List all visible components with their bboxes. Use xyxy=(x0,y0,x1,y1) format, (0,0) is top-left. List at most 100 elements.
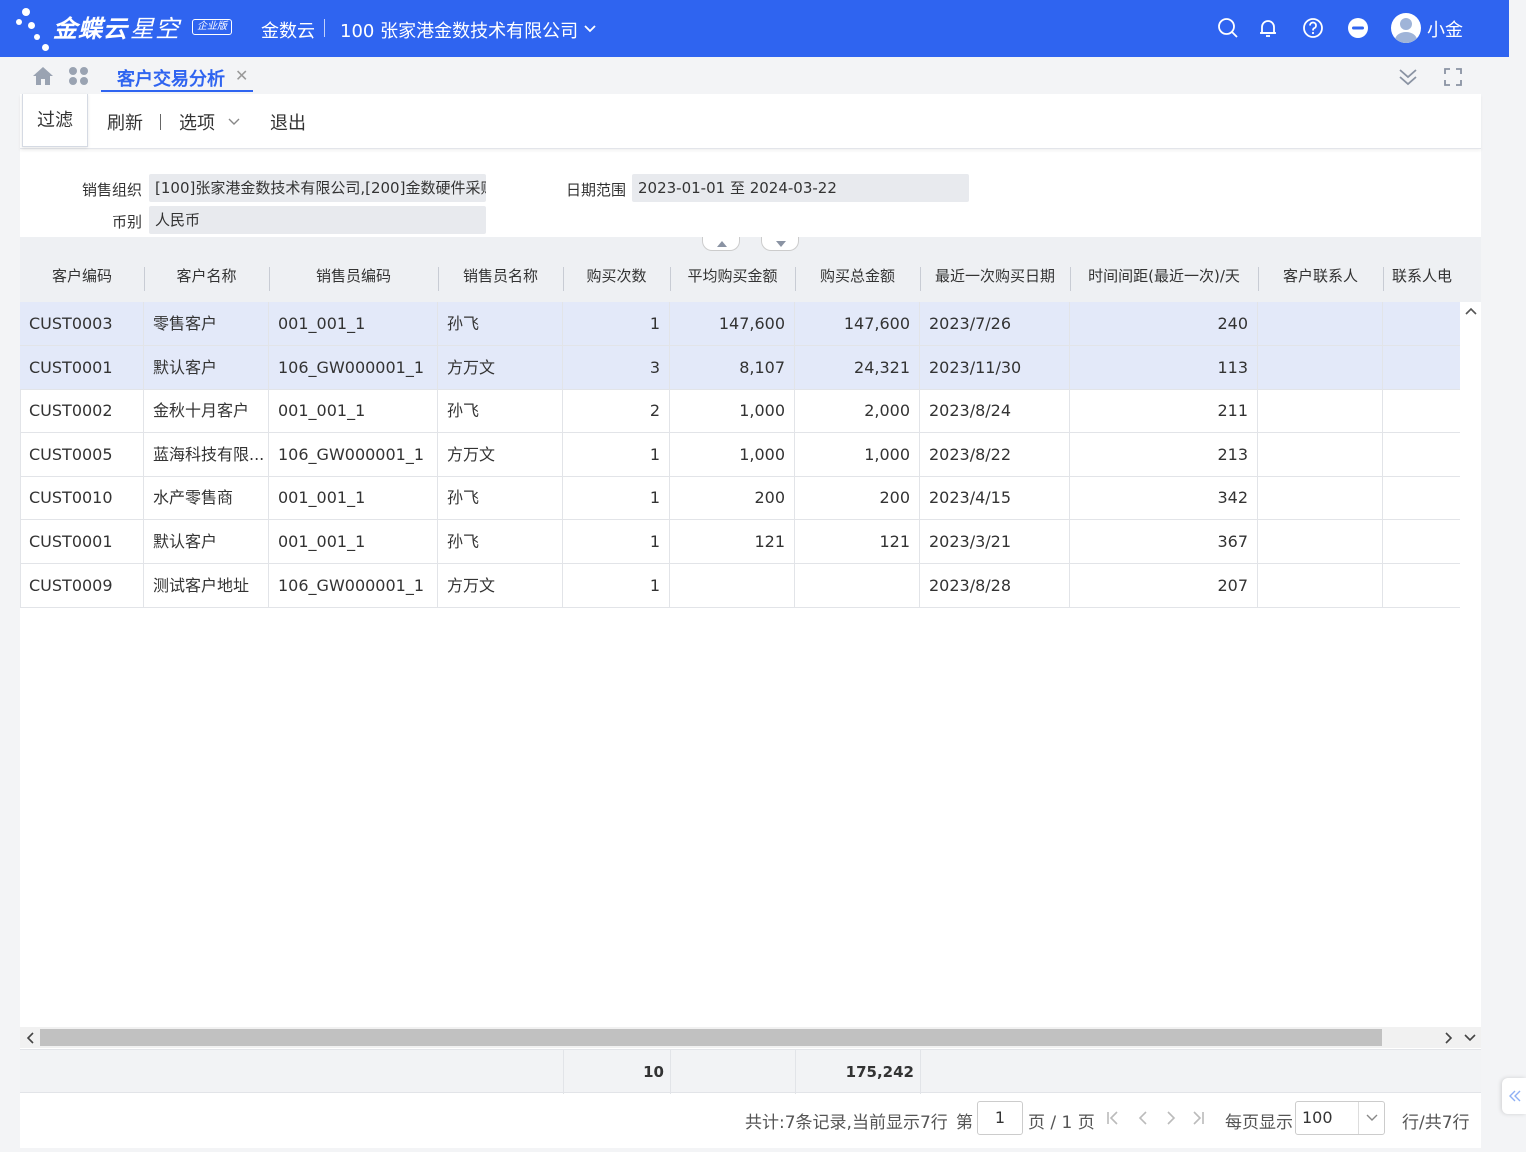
search-icon[interactable] xyxy=(1216,16,1240,40)
column-header[interactable]: 联系人电 xyxy=(1383,251,1461,302)
exit-button[interactable]: 退出 xyxy=(270,109,306,135)
company-selector[interactable]: 100 张家港金数技术有限公司 xyxy=(340,17,578,43)
double-chevron-left-icon[interactable] xyxy=(1508,1090,1522,1102)
column-header[interactable]: 最近一次购买日期 xyxy=(920,251,1070,302)
cell-name: 金秋十月客户 xyxy=(144,389,269,433)
column-header[interactable]: 购买总金额 xyxy=(795,251,920,302)
app-name[interactable]: 金数云 xyxy=(261,17,315,43)
date-range-label: 日期范围 xyxy=(565,181,626,199)
cell-name: 水产零售商 xyxy=(144,476,269,520)
column-header[interactable]: 销售员编码 xyxy=(269,251,438,302)
cell-count: 1 xyxy=(563,302,670,345)
next-page-icon[interactable] xyxy=(1163,1110,1179,1126)
chevron-down-icon[interactable] xyxy=(583,22,597,36)
table-row[interactable]: CUST0001 默认客户 001_001_1 孙飞 1 121 121 2023/3/21 3… xyxy=(20,520,1460,564)
table-row[interactable]: CUST0010 水产零售商 001_001_1 孙飞 1 200 200 2023/4/15… xyxy=(20,476,1460,521)
chevron-down-icon[interactable] xyxy=(228,117,240,127)
chevron-down-icon[interactable] xyxy=(1358,1102,1384,1134)
cell-last-date: 2023/4/15 xyxy=(920,476,1070,520)
cell-name: 默认客户 xyxy=(144,345,269,389)
logo: 金蝶云 星空 xyxy=(53,15,180,43)
more-apps-icon[interactable] xyxy=(1346,16,1370,40)
filter-button[interactable]: 过滤 xyxy=(22,94,88,147)
cell-avg: 121 xyxy=(670,520,795,563)
horizontal-scrollbar[interactable] xyxy=(20,1027,1481,1048)
cell-sales-name: 方万文 xyxy=(438,563,563,607)
column-header[interactable]: 客户名称 xyxy=(144,251,269,302)
first-page-icon[interactable] xyxy=(1105,1110,1121,1126)
sum-purchase-count: 10 xyxy=(643,1063,664,1081)
expand-down-icon[interactable] xyxy=(761,237,799,251)
scroll-right-icon[interactable] xyxy=(1444,1032,1454,1044)
bell-icon[interactable] xyxy=(1256,16,1280,40)
cell-days: 207 xyxy=(1070,563,1258,607)
sales-org-value: [100]张家港金数技术有限公司,[200]金数硬件采购 xyxy=(149,174,486,202)
table-row[interactable]: CUST0003 零售客户 001_001_1 孙飞 1 147,600 147,600 20… xyxy=(20,302,1460,346)
page-number-input[interactable]: 1 xyxy=(977,1101,1023,1135)
column-header[interactable]: 平均购买金额 xyxy=(670,251,795,302)
report-panel: 过滤 刷新 选项 退出 销售组织 [100]张家港金数技术有限公司,[200]金… xyxy=(20,94,1481,1148)
cell-phone xyxy=(1383,564,1460,607)
table-row[interactable]: CUST0009 测试客户地址 106_GW000001_1 方万文 1 2023/8/2… xyxy=(20,563,1460,608)
cell-contact xyxy=(1258,345,1383,389)
help-icon[interactable] xyxy=(1301,16,1325,40)
close-icon[interactable]: ✕ xyxy=(235,66,248,85)
cell-name: 蓝海科技有限... xyxy=(144,432,269,476)
cell-name: 零售客户 xyxy=(144,302,269,345)
scroll-up-icon[interactable] xyxy=(1465,306,1477,316)
top-header: 金蝶云 星空 企业版 金数云 100 张家港金数技术有限公司 小金 xyxy=(0,0,1509,57)
cell-total: 200 xyxy=(795,476,920,520)
horizontal-scroll-thumb[interactable] xyxy=(40,1029,1382,1046)
table-row[interactable]: CUST0002 金秋十月客户 001_001_1 孙飞 2 1,000 2,000 2023… xyxy=(20,389,1460,434)
cell-count: 1 xyxy=(563,476,670,520)
tab-customer-transaction-analysis[interactable]: 客户交易分析 ✕ xyxy=(101,57,253,94)
cell-sales-name: 孙飞 xyxy=(438,476,563,520)
per-page-select[interactable]: 100 xyxy=(1295,1101,1385,1135)
cell-count: 1 xyxy=(563,520,670,563)
table-row[interactable]: CUST0001 默认客户 106_GW000001_1 方万文 3 8,107 24,32… xyxy=(20,345,1460,390)
avatar[interactable] xyxy=(1391,13,1421,43)
cell-last-date: 2023/7/26 xyxy=(920,302,1070,345)
column-header[interactable]: 时间间距(最近一次)/天 xyxy=(1070,251,1258,302)
apps-grid-icon[interactable] xyxy=(68,66,90,86)
cell-days: 367 xyxy=(1070,520,1258,563)
record-summary: 共计:7条记录,当前显示7行 xyxy=(745,1113,948,1133)
fullscreen-icon[interactable] xyxy=(1443,67,1463,87)
column-header[interactable]: 客户编码 xyxy=(20,251,144,302)
collapse-bar xyxy=(20,237,1481,251)
cell-sales-name: 孙飞 xyxy=(438,302,563,345)
home-icon[interactable] xyxy=(32,66,54,86)
column-header[interactable]: 购买次数 xyxy=(563,251,670,302)
cell-days: 213 xyxy=(1070,432,1258,476)
page-prefix: 第 xyxy=(956,1113,973,1133)
side-expand-tab[interactable] xyxy=(1502,1078,1526,1114)
user-name[interactable]: 小金 xyxy=(1427,16,1463,42)
collapse-up-icon[interactable] xyxy=(702,237,740,251)
scroll-left-icon[interactable] xyxy=(25,1032,35,1044)
prev-page-icon[interactable] xyxy=(1135,1110,1151,1126)
cell-sales-code: 001_001_1 xyxy=(269,476,438,520)
last-page-icon[interactable] xyxy=(1190,1110,1206,1126)
cell-last-date: 2023/8/28 xyxy=(920,563,1070,607)
cell-avg: 147,600 xyxy=(670,302,795,345)
table-row[interactable]: CUST0005 蓝海科技有限... 106_GW000001_1 方万文 1 1,000… xyxy=(20,432,1460,477)
cell-contact xyxy=(1258,476,1383,520)
scroll-down-icon[interactable] xyxy=(1464,1033,1476,1043)
cell-sales-name: 方万文 xyxy=(438,345,563,389)
sales-org-label: 销售组织 xyxy=(81,181,142,199)
column-header[interactable]: 销售员名称 xyxy=(438,251,563,302)
cell-total: 1,000 xyxy=(795,432,920,476)
date-range-value: 2023-01-01 至 2024-03-22 xyxy=(632,174,969,202)
options-button[interactable]: 选项 xyxy=(179,109,215,135)
cell-code: CUST0009 xyxy=(20,563,144,607)
cell-name: 默认客户 xyxy=(144,520,269,563)
vertical-scrollbar[interactable] xyxy=(1460,302,1481,1028)
filter-summary: 销售组织 [100]张家港金数技术有限公司,[200]金数硬件采购 日期范围 2… xyxy=(20,154,1481,239)
refresh-button[interactable]: 刷新 xyxy=(107,109,143,135)
cell-avg: 1,000 xyxy=(670,389,795,433)
column-header[interactable]: 客户联系人 xyxy=(1258,251,1383,302)
double-chevron-down-icon[interactable] xyxy=(1397,66,1419,88)
cell-sales-code: 106_GW000001_1 xyxy=(269,563,438,607)
cell-phone xyxy=(1383,346,1460,389)
cell-contact xyxy=(1258,432,1383,476)
